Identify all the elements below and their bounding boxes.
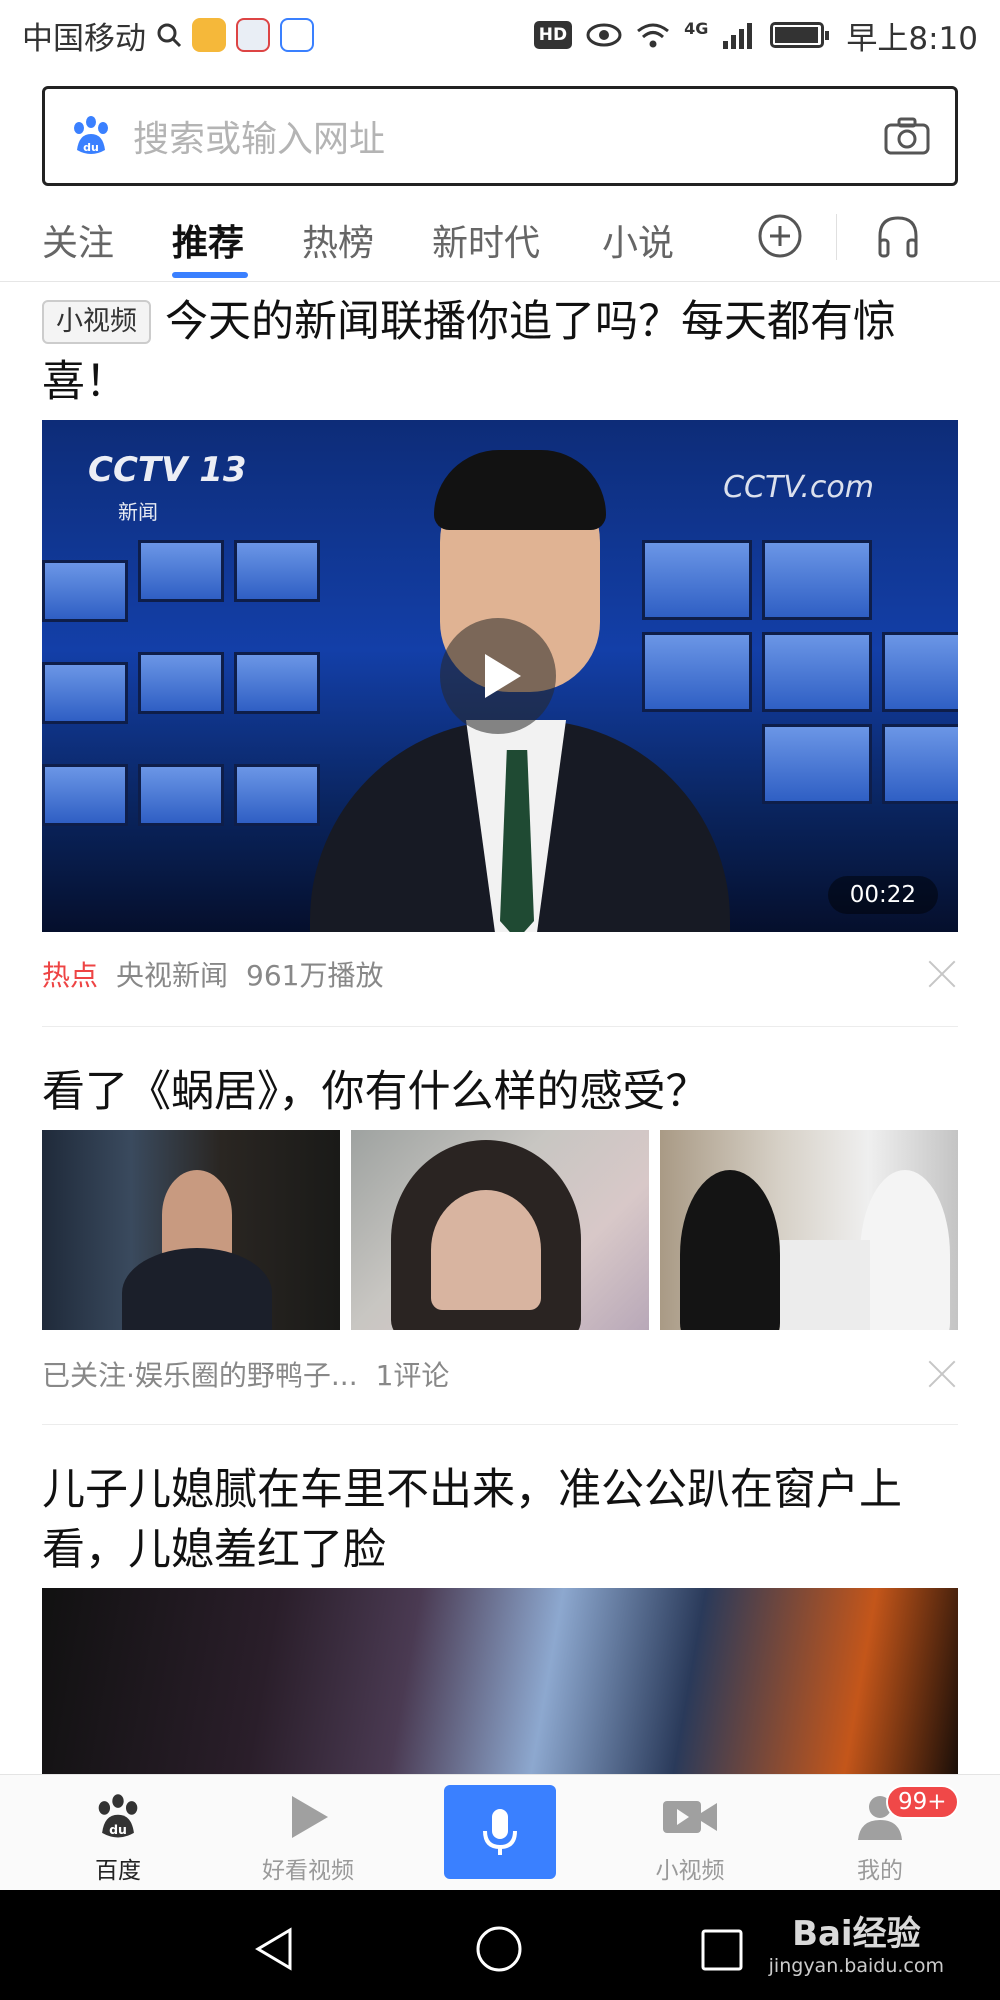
monitor-screen bbox=[138, 764, 224, 826]
svg-text:du: du bbox=[109, 1822, 127, 1837]
image-thumbnail[interactable] bbox=[660, 1130, 958, 1330]
comment-count: 1评论 bbox=[375, 1359, 450, 1392]
channel-tabs: 关注 推荐 热榜 新时代 小说 bbox=[0, 196, 1000, 282]
search-icon bbox=[157, 23, 182, 48]
battery-icon bbox=[770, 22, 830, 48]
search-bar[interactable]: du 搜索或输入网址 bbox=[42, 86, 958, 186]
monitor-screen bbox=[234, 764, 320, 826]
tab-novel[interactable]: 小说 bbox=[602, 214, 674, 266]
monitor-screen bbox=[762, 724, 872, 804]
nav-haokan-video[interactable]: 好看视频 bbox=[228, 1789, 388, 1885]
headphones-icon[interactable] bbox=[874, 212, 922, 260]
tab-recommend[interactable]: 推荐 bbox=[172, 214, 244, 266]
dismiss-icon[interactable] bbox=[928, 1360, 956, 1388]
eye-icon bbox=[586, 23, 622, 47]
feed-item-meta: 热点 央视新闻 961万播放 bbox=[42, 954, 383, 994]
camera-icon[interactable] bbox=[883, 116, 931, 156]
carrier-label: 中国移动 bbox=[22, 20, 146, 57]
dismiss-icon[interactable] bbox=[928, 960, 956, 988]
person-figure bbox=[860, 1170, 950, 1330]
monitor-screen bbox=[882, 632, 958, 712]
map-app-icon bbox=[236, 18, 270, 52]
microphone-icon bbox=[483, 1809, 517, 1855]
play-icon bbox=[292, 1796, 328, 1838]
monitor-screen bbox=[42, 764, 128, 826]
feed-item-meta: 已关注·娱乐圈的野鸭子... 1评论 bbox=[42, 1354, 449, 1394]
search-input[interactable]: 搜索或输入网址 bbox=[133, 110, 883, 162]
baidu-app-icon bbox=[280, 18, 314, 52]
monitor-screen bbox=[138, 540, 224, 602]
table-shape bbox=[780, 1240, 870, 1330]
cctv-logo: CCTV 13 bbox=[88, 450, 247, 490]
feed-divider bbox=[42, 1424, 958, 1425]
monitor-screen bbox=[762, 632, 872, 712]
feed-title-text: 今天的新闻联播你追了吗？每天都有惊喜！ bbox=[42, 297, 896, 407]
voice-search-button[interactable] bbox=[444, 1785, 556, 1879]
nav-label: 百度 bbox=[95, 1858, 141, 1884]
source-label: 已关注·娱乐圈的野鸭子... bbox=[42, 1359, 358, 1392]
signal-icon bbox=[723, 23, 753, 49]
notification-badge: 99+ bbox=[886, 1785, 959, 1819]
video-thumbnail[interactable] bbox=[42, 1588, 958, 1774]
monitor-screen bbox=[42, 560, 128, 622]
play-count: 961万播放 bbox=[246, 959, 384, 992]
recent-apps-icon[interactable] bbox=[700, 1928, 744, 1972]
monitor-screen bbox=[138, 652, 224, 714]
monitor-screen bbox=[882, 724, 958, 804]
feed-divider bbox=[42, 1026, 958, 1027]
source-label: 央视新闻 bbox=[116, 959, 229, 992]
cctv-channel-label: 新闻 bbox=[118, 500, 158, 524]
monitor-screen bbox=[234, 652, 320, 714]
monitor-screen bbox=[642, 540, 752, 620]
network-type-label: 4G bbox=[684, 18, 709, 38]
weibo-app-icon bbox=[192, 18, 226, 52]
image-thumbnail[interactable] bbox=[42, 1130, 340, 1330]
status-bar: 中国移动 HD 4G 早上8:10 bbox=[0, 0, 1000, 70]
back-icon[interactable] bbox=[252, 1926, 298, 1972]
play-button[interactable] bbox=[440, 618, 556, 734]
nav-small-video[interactable]: 小视频 bbox=[610, 1789, 770, 1885]
video-duration: 00:22 bbox=[827, 876, 938, 914]
wifi-icon bbox=[637, 23, 670, 48]
video-thumbnail[interactable]: CCTV 13 新闻 CCTV.com 00:22 bbox=[42, 420, 958, 932]
monitor-screen bbox=[762, 540, 872, 620]
monitor-screen bbox=[642, 632, 752, 712]
hd-badge: HD bbox=[533, 21, 573, 49]
feed-item-title[interactable]: 看了《蜗居》，你有什么样的感受？ bbox=[42, 1062, 962, 1122]
baidu-jingyan-watermark: Bai经验 jingyan.baidu.com bbox=[769, 1906, 944, 1977]
watermark-main: Bai经验 bbox=[792, 1914, 921, 1954]
nav-baidu[interactable]: du 百度 bbox=[38, 1789, 198, 1885]
baidu-paw-icon: du bbox=[74, 116, 108, 154]
tab-divider bbox=[836, 214, 837, 260]
feed-item-title[interactable]: 小视频 今天的新闻联播你追了吗？每天都有惊喜！ bbox=[42, 292, 962, 412]
monitor-screen bbox=[42, 662, 128, 724]
video-camera-icon bbox=[663, 1801, 717, 1833]
tab-hot-list[interactable]: 热榜 bbox=[302, 214, 374, 266]
tab-new-era[interactable]: 新时代 bbox=[432, 214, 540, 266]
small-video-tag: 小视频 bbox=[42, 300, 151, 344]
active-tab-indicator bbox=[172, 272, 248, 278]
add-circle-icon[interactable] bbox=[756, 212, 804, 260]
person-figure bbox=[680, 1170, 780, 1330]
tab-follow[interactable]: 关注 bbox=[42, 214, 114, 266]
baidu-paw-icon: du bbox=[98, 1794, 138, 1838]
cctv-watermark: CCTV.com bbox=[723, 470, 874, 505]
home-icon[interactable] bbox=[474, 1924, 524, 1974]
person-figure bbox=[162, 1170, 232, 1260]
person-figure bbox=[431, 1190, 541, 1310]
person-figure bbox=[122, 1248, 272, 1330]
hot-label: 热点 bbox=[42, 959, 99, 992]
bottom-nav: du 百度 好看视频 小视频 我的 99+ bbox=[0, 1774, 1000, 1890]
feed-item-title[interactable]: 儿子儿媳腻在车里不出来，准公公趴在窗户上看，儿媳羞红了脸 bbox=[42, 1460, 962, 1580]
system-nav-bar: Bai经验 jingyan.baidu.com bbox=[0, 1890, 1000, 2000]
nav-label: 好看视频 bbox=[262, 1858, 354, 1884]
image-thumbnail[interactable] bbox=[351, 1130, 649, 1330]
nav-label: 小视频 bbox=[655, 1858, 725, 1884]
nav-label: 我的 bbox=[857, 1858, 903, 1884]
watermark-url: jingyan.baidu.com bbox=[768, 1955, 944, 1977]
svg-text:du: du bbox=[83, 141, 99, 154]
monitor-screen bbox=[234, 540, 320, 602]
clock-label: 早上8:10 bbox=[846, 20, 978, 57]
